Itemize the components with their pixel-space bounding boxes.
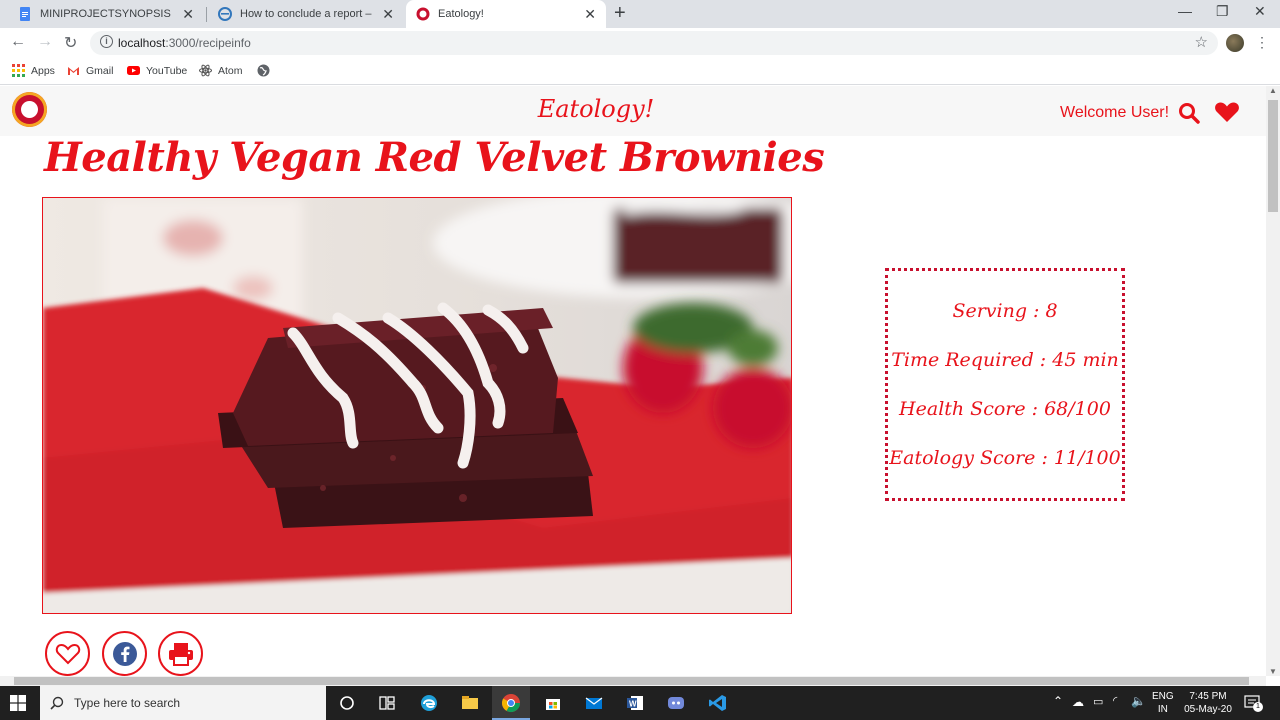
tab-title: MINIPROJECTSYNOPSIS - Google Docs: [40, 8, 174, 20]
tab-title: How to conclude a report – like a pro: [240, 8, 374, 20]
forward-button[interactable]: →: [37, 33, 53, 51]
apps-grid-icon: [12, 64, 25, 77]
facebook-icon: [112, 641, 137, 666]
battery-icon[interactable]: ▭: [1093, 696, 1103, 709]
time-required-text: Time Required : 45 min: [891, 349, 1119, 372]
recipe-photo: [42, 197, 792, 614]
browser-tab-strip: MINIPROJECTSYNOPSIS - Google Docs ✕ How …: [0, 0, 1280, 28]
store-icon[interactable]: [543, 693, 563, 713]
windows-start-icon[interactable]: [10, 695, 26, 711]
health-score-text: Health Score : 68/100: [899, 397, 1111, 420]
mail-icon[interactable]: [584, 693, 604, 713]
edge-icon: [218, 7, 232, 21]
language-code: ENG: [1152, 691, 1174, 702]
bookmark-atom[interactable]: Atom: [199, 64, 243, 77]
scroll-thumb[interactable]: [14, 677, 1249, 685]
region-code: IN: [1157, 704, 1168, 715]
minimize-button[interactable]: —: [1178, 3, 1192, 19]
taskbar-search-box[interactable]: Type here to search: [40, 686, 326, 720]
chrome-icon: [501, 694, 520, 713]
reload-button[interactable]: ↻: [64, 33, 77, 53]
bookmark-label: YouTube: [146, 64, 188, 77]
address-bar[interactable]: i localhost:3000/recipeinfo ☆: [90, 31, 1218, 55]
scroll-down-arrow[interactable]: ▼: [1269, 667, 1277, 676]
site-info-icon[interactable]: i: [100, 35, 113, 48]
tab-docs[interactable]: MINIPROJECTSYNOPSIS - Google Docs ✕: [8, 0, 204, 28]
clock-time: 7:45 PM: [1189, 691, 1227, 702]
brownie-image: [43, 198, 791, 613]
profile-avatar[interactable]: [1226, 34, 1244, 52]
new-tab-button[interactable]: +: [614, 2, 626, 25]
cortana-icon[interactable]: [337, 693, 357, 713]
bookmark-label: Gmail: [86, 64, 114, 77]
vscode-icon[interactable]: [708, 693, 728, 713]
printer-icon: [168, 642, 193, 666]
file-explorer-icon[interactable]: [460, 693, 480, 713]
recipe-title: Healthy Vegan Red Velvet Brownies: [44, 134, 825, 181]
site-brand[interactable]: Eatology!: [0, 95, 1192, 123]
search-icon: [50, 696, 64, 710]
bookmark-star-icon[interactable]: ☆: [1195, 33, 1208, 51]
browser-toolbar: ← → ↻ i localhost:3000/recipeinfo ☆: [0, 28, 1280, 58]
notification-badge: 1: [1253, 702, 1263, 712]
tab-report[interactable]: How to conclude a report – like a pro ✕: [208, 0, 404, 28]
window-close-button[interactable]: ✕: [1254, 3, 1266, 20]
recipe-info-box: Serving : 8 Time Required : 45 min Healt…: [885, 268, 1125, 501]
clock-date: 05-May-20: [1184, 704, 1232, 715]
welcome-user-link[interactable]: Welcome User!: [1060, 104, 1169, 122]
eatology-score-text: Eatology Score : 11/100: [889, 446, 1121, 469]
search-placeholder: Type here to search: [74, 696, 181, 710]
clock[interactable]: 7:45 PM 05-May-20: [1180, 690, 1236, 716]
scroll-thumb[interactable]: [1268, 100, 1278, 212]
atom-icon: [199, 64, 212, 77]
tray-overflow-icon[interactable]: ⌃: [1053, 695, 1063, 708]
favorites-heart-icon[interactable]: [1214, 101, 1240, 123]
discord-icon[interactable]: [666, 693, 686, 713]
maximize-button[interactable]: ❐: [1216, 3, 1229, 20]
windows-taskbar: Type here to search W ⌃ ☁ ▭ ◜ 🔈 ENG IN 7…: [0, 686, 1280, 720]
close-icon[interactable]: ✕: [182, 6, 194, 23]
onedrive-icon[interactable]: ☁: [1072, 696, 1084, 709]
bookmark-label: Atom: [218, 64, 243, 77]
page-viewport: Eatology! Welcome User! Healthy Vegan Re…: [0, 86, 1266, 676]
heart-outline-icon: [55, 643, 80, 664]
volume-icon[interactable]: 🔈: [1131, 695, 1146, 708]
vertical-scrollbar[interactable]: ▲ ▼: [1266, 86, 1280, 676]
notification-center[interactable]: 1: [1244, 695, 1263, 712]
edge-icon[interactable]: [419, 693, 439, 713]
task-view-icon[interactable]: [377, 693, 397, 713]
google-docs-icon: [20, 7, 30, 21]
close-icon[interactable]: ✕: [382, 6, 394, 23]
tab-title: Eatology!: [438, 8, 484, 20]
bookmark-apps[interactable]: Apps: [12, 64, 55, 77]
site-header: Eatology! Welcome User!: [0, 86, 1266, 136]
bookmark-gmail[interactable]: Gmail: [67, 64, 113, 77]
wifi-icon[interactable]: ◜: [1113, 695, 1117, 708]
favorite-button[interactable]: [45, 631, 90, 676]
search-icon[interactable]: [1178, 102, 1200, 124]
close-icon[interactable]: ✕: [584, 6, 596, 23]
svg-text:W: W: [629, 700, 637, 709]
url-text: localhost:3000/recipeinfo: [118, 36, 251, 50]
facebook-share-button[interactable]: [102, 631, 147, 676]
tab-divider: [206, 7, 207, 22]
horizontal-scrollbar[interactable]: [0, 676, 1266, 686]
back-button[interactable]: ←: [10, 33, 26, 51]
chrome-taskbar-active[interactable]: [492, 686, 530, 720]
bookmarks-bar: Apps Gmail YouTube Atom: [0, 58, 1280, 85]
bookmark-globe[interactable]: [257, 64, 276, 77]
scroll-up-arrow[interactable]: ▲: [1269, 86, 1277, 95]
serving-text: Serving : 8: [952, 300, 1058, 323]
bookmark-label: Apps: [31, 64, 55, 77]
youtube-icon: [127, 66, 140, 75]
bookmark-youtube[interactable]: YouTube: [127, 64, 187, 77]
eatology-favicon: [416, 7, 430, 21]
browser-menu-icon[interactable]: ⋮: [1255, 34, 1269, 51]
language-indicator[interactable]: ENG IN: [1152, 690, 1174, 716]
gmail-icon: [68, 67, 79, 75]
word-icon[interactable]: W: [625, 693, 645, 713]
print-button[interactable]: [158, 631, 203, 676]
globe-icon: [257, 64, 270, 77]
tab-eatology[interactable]: Eatology! ✕: [406, 0, 606, 28]
